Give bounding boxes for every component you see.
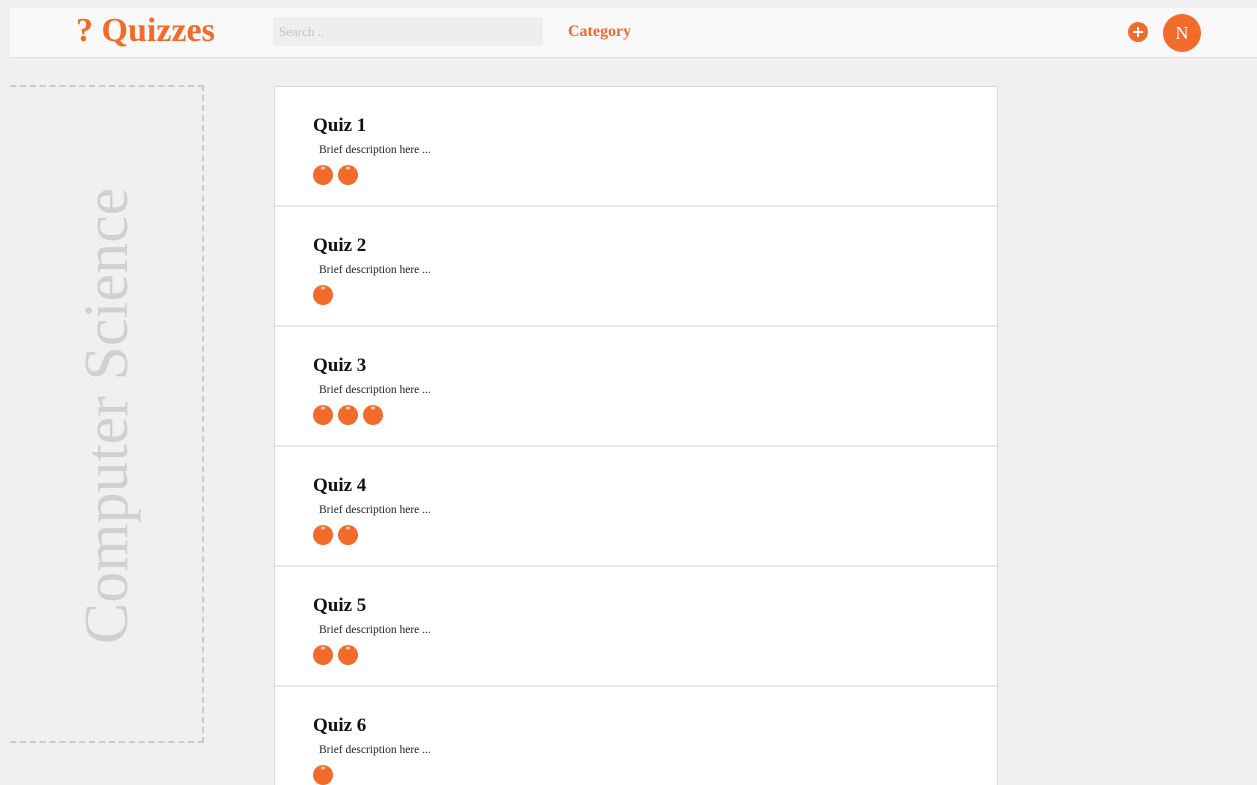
quiz-card[interactable]: Quiz 6 Brief description here ... *	[275, 687, 997, 785]
plus-circle-icon[interactable]	[1128, 22, 1148, 42]
quiz-badges: *	[313, 285, 333, 305]
quiz-badges: * *	[313, 645, 358, 665]
top-navbar: ? Quizzes Category N	[10, 8, 1257, 58]
star-badge-icon[interactable]: *	[338, 525, 358, 545]
page: ? Quizzes Category N Computer Science Qu…	[0, 0, 1257, 785]
quiz-list: Quiz 1 Brief description here ... * * Quiz 2…	[274, 86, 998, 785]
quiz-badges: * *	[313, 525, 358, 545]
search-input[interactable]	[273, 17, 543, 46]
quiz-description: Brief description here ...	[319, 264, 431, 276]
quiz-title[interactable]: Quiz 3	[313, 354, 366, 378]
quiz-description: Brief description here ...	[319, 744, 431, 756]
star-badge-icon[interactable]: *	[313, 525, 333, 545]
quiz-badges: *	[313, 765, 333, 785]
quiz-description: Brief description here ...	[319, 384, 431, 396]
app-logo[interactable]: ? Quizzes	[76, 11, 215, 51]
quiz-description: Brief description here ...	[319, 504, 431, 516]
quiz-description: Brief description here ...	[319, 624, 431, 636]
star-badge-icon[interactable]: *	[363, 405, 383, 425]
star-badge-icon[interactable]: *	[313, 765, 333, 785]
star-badge-icon[interactable]: *	[338, 405, 358, 425]
star-badge-icon[interactable]: *	[313, 165, 333, 185]
user-avatar[interactable]: N	[1163, 14, 1201, 52]
quiz-title[interactable]: Quiz 6	[313, 714, 366, 738]
quiz-description: Brief description here ...	[319, 144, 431, 156]
star-badge-icon[interactable]: *	[313, 405, 333, 425]
quiz-title[interactable]: Quiz 5	[313, 594, 366, 618]
star-badge-icon[interactable]: *	[338, 165, 358, 185]
star-badge-icon[interactable]: *	[313, 645, 333, 665]
star-badge-icon[interactable]: *	[338, 645, 358, 665]
quiz-title[interactable]: Quiz 4	[313, 474, 366, 498]
quiz-card[interactable]: Quiz 4 Brief description here ... * *	[275, 447, 997, 567]
quiz-card[interactable]: Quiz 3 Brief description here ... * * *	[275, 327, 997, 447]
quiz-badges: * *	[313, 165, 358, 185]
quiz-card[interactable]: Quiz 2 Brief description here ... *	[275, 207, 997, 327]
quiz-title[interactable]: Quiz 1	[313, 114, 366, 138]
category-title: Computer Science	[73, 187, 141, 645]
category-panel: Computer Science	[10, 85, 204, 743]
category-menu[interactable]: Category	[568, 22, 631, 42]
quiz-title[interactable]: Quiz 2	[313, 234, 366, 258]
quiz-card[interactable]: Quiz 1 Brief description here ... * *	[275, 87, 997, 207]
star-badge-icon[interactable]: *	[313, 285, 333, 305]
quiz-card[interactable]: Quiz 5 Brief description here ... * *	[275, 567, 997, 687]
quiz-badges: * * *	[313, 405, 383, 425]
